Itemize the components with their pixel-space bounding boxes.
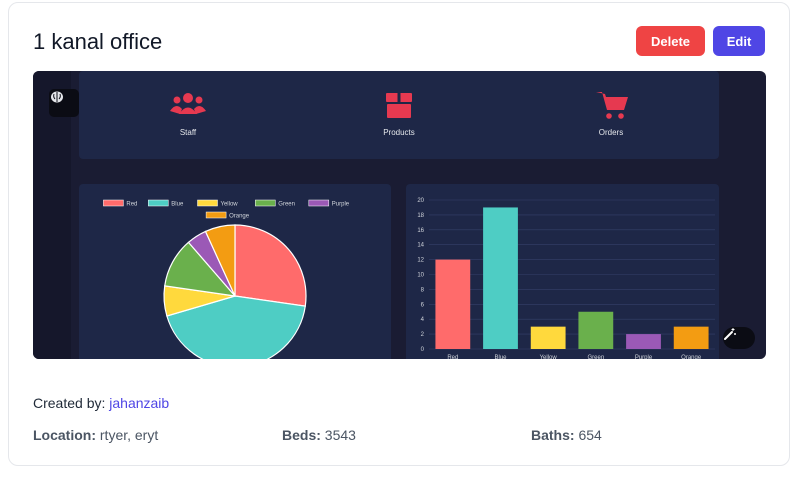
x-tick-label: Blue (494, 355, 507, 359)
x-tick-label: Green (587, 355, 604, 359)
bar-green[interactable] (578, 311, 614, 349)
legend-swatch[interactable] (103, 199, 124, 207)
created-by: Created by: jahanzaib (33, 395, 169, 411)
bar-purple[interactable] (626, 334, 661, 349)
beds-field: Beds: 3543 (282, 427, 356, 443)
y-tick-label: 18 (417, 213, 424, 219)
bar-red[interactable] (435, 259, 471, 349)
baths-label: Baths: (531, 427, 575, 443)
x-tick-label: Yellow (540, 355, 558, 359)
legend-swatch[interactable] (205, 211, 227, 219)
delete-button[interactable]: Delete (636, 26, 705, 56)
legend-swatch[interactable] (197, 199, 218, 207)
brain-button[interactable] (49, 89, 79, 117)
y-tick-label: 12 (417, 258, 424, 264)
bar-orange[interactable] (673, 326, 709, 349)
legend-label[interactable]: Blue (171, 202, 184, 208)
stat-label-staff: Staff (180, 128, 197, 137)
y-tick-label: 14 (417, 243, 424, 249)
magic-wand-button[interactable] (723, 327, 755, 349)
beds-value: 3543 (324, 427, 356, 443)
x-tick-label: Red (447, 355, 458, 359)
y-tick-label: 16 (417, 228, 424, 234)
x-tick-label: Orange (681, 355, 702, 359)
bar-yellow[interactable] (530, 326, 566, 349)
stat-label-orders: Orders (599, 128, 623, 137)
y-tick-label: 10 (417, 273, 424, 279)
beds-label: Beds: (282, 427, 321, 443)
legend-swatch[interactable] (148, 199, 169, 207)
pie-chart (163, 224, 307, 359)
legend-swatch[interactable] (308, 199, 330, 207)
legend-label[interactable]: Yellow (221, 202, 239, 208)
magic-wand-icon (724, 328, 736, 340)
box-icon (386, 93, 412, 118)
brain-icon (51, 91, 63, 103)
edit-button[interactable]: Edit (713, 26, 765, 56)
legend-label[interactable]: Purple (332, 202, 350, 208)
legend-label[interactable]: Green (278, 202, 295, 208)
preview-image: Staff Products Orders Red Blue Yellow Green… (33, 71, 766, 359)
y-tick-label: 20 (417, 198, 424, 204)
property-card: 1 kanal office Delete Edit Staff Product… (8, 2, 790, 466)
legend-swatch[interactable] (255, 199, 276, 207)
location-field: Location: rtyer, eryt (33, 427, 158, 443)
bar-blue[interactable] (483, 207, 518, 349)
created-by-label: Created by: (33, 395, 106, 411)
baths-value: 654 (578, 427, 602, 443)
author-link[interactable]: jahanzaib (109, 395, 169, 411)
baths-field: Baths: 654 (531, 427, 602, 443)
legend-label[interactable]: Red (126, 202, 137, 208)
stat-label-products: Products (383, 128, 415, 137)
x-tick-label: Purple (635, 355, 653, 359)
card-title: 1 kanal office (33, 29, 163, 54)
location-label: Location: (33, 427, 96, 443)
dashboard-preview: Staff Products Orders Red Blue Yellow Green… (33, 71, 719, 359)
location-value: rtyer, eryt (99, 427, 159, 443)
legend-label[interactable]: Orange (229, 214, 250, 220)
